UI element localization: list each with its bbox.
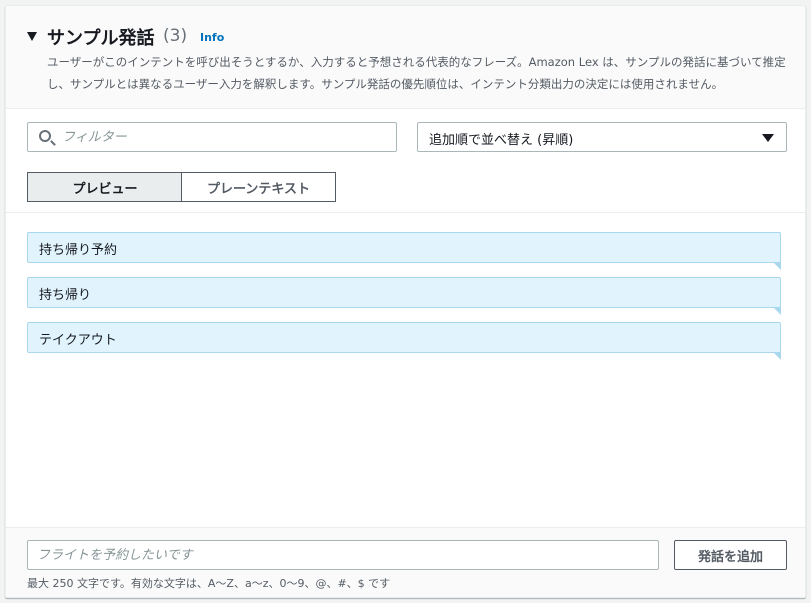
tab-preview[interactable]: プレビュー — [27, 172, 182, 202]
filter-input[interactable] — [62, 125, 382, 149]
collapse-caret-icon[interactable] — [27, 32, 37, 41]
panel-title: サンプル発話 — [47, 28, 155, 49]
sample-utterances-panel: サンプル発話 (3) Info ユーザーがこのインテントを呼び出そうとするか、入… — [5, 5, 806, 598]
search-icon — [39, 130, 51, 142]
utterance-item[interactable]: テイクアウト — [27, 322, 781, 360]
utterance-item[interactable]: 持ち帰り — [27, 277, 781, 315]
sort-select[interactable]: 追加順で並べ替え (昇順) — [417, 122, 787, 152]
panel-description: ユーザーがこのインテントを呼び出そうとするか、入力すると予想される代表的なフレー… — [47, 55, 786, 91]
info-link[interactable]: Info — [200, 31, 224, 44]
caret-down-icon — [762, 134, 774, 142]
sort-selected-value: 追加順で並べ替え (昇順) — [429, 133, 574, 148]
add-utterance-footer: 発話を追加 最大 250 文字です。有効な文字は、A〜Z、a〜z、0〜9、@、#… — [6, 527, 805, 597]
add-utterance-button[interactable]: 発話を追加 — [674, 540, 787, 570]
filter-field[interactable] — [27, 122, 397, 152]
utterance-count: (3) — [163, 26, 188, 46]
utterance-item[interactable]: 持ち帰り予約 — [27, 232, 781, 270]
input-constraint-text: 最大 250 文字です。有効な文字は、A〜Z、a〜z、0〜9、@、#、$ です — [27, 577, 391, 590]
panel-header: サンプル発話 (3) Info ユーザーがこのインテントを呼び出そうとするか、入… — [6, 6, 805, 109]
tab-plaintext[interactable]: プレーンテキスト — [181, 172, 336, 202]
new-utterance-input[interactable] — [27, 540, 659, 570]
divider — [6, 212, 805, 213]
